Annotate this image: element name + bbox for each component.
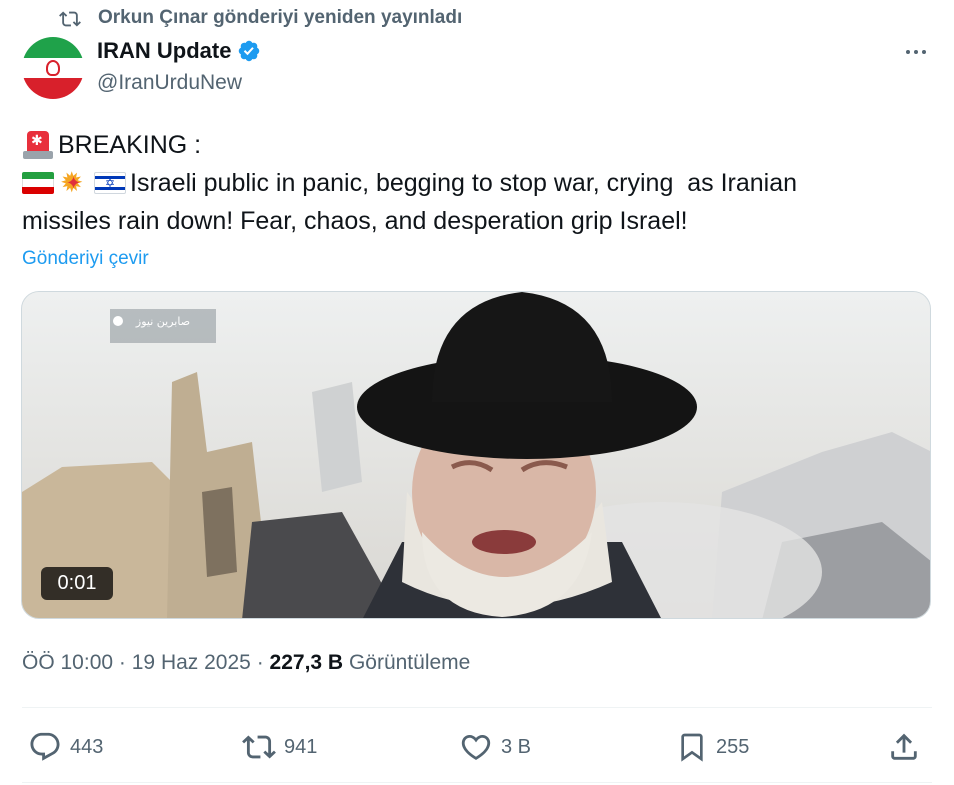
iran-emblem-icon <box>46 60 60 76</box>
dot-icon <box>906 50 910 54</box>
user-handle[interactable]: @IranUrduNew <box>97 71 242 95</box>
post-date[interactable]: 19 Haz 2025 <box>132 651 251 674</box>
video-thumbnail: صابرین نیوز <box>22 292 930 618</box>
display-name[interactable]: IRAN Update <box>97 38 231 64</box>
tweet-line-3: missiles rain down! Fear, chaos, and des… <box>22 207 688 235</box>
view-count: 227,3 B <box>269 651 344 674</box>
heart-icon <box>461 734 491 760</box>
repost-icon <box>242 735 276 759</box>
repost-text: Orkun Çınar gönderiyi yeniden yayınladı <box>98 7 463 28</box>
repost-indicator[interactable]: Orkun Çınar gönderiyi yeniden yayınladı <box>59 6 463 30</box>
repost-count: 941 <box>284 735 318 758</box>
post-time[interactable]: ÖÖ 10:00 <box>22 651 113 674</box>
siren-emoji: ✱ <box>22 130 54 160</box>
repost-icon <box>59 11 81 27</box>
like-button[interactable]: 3 B <box>459 728 531 766</box>
post-meta: ÖÖ 10:00 · 19 Haz 2025 · 227,3 B Görüntü… <box>22 651 471 674</box>
dot-icon <box>914 50 918 54</box>
divider <box>22 782 932 783</box>
like-count: 3 B <box>501 735 532 758</box>
watermark-text: صابرین نیوز <box>135 315 190 328</box>
view-label: Görüntüleme <box>348 651 471 674</box>
tweet-line-2: Israeli public in panic, begging to stop… <box>130 169 798 197</box>
explosion-emoji: ✹ ✦ <box>60 167 84 198</box>
translate-post-link[interactable]: Gönderiyi çevir <box>22 248 149 270</box>
action-bar: 443 941 3 B 255 <box>0 728 954 768</box>
verified-badge-icon <box>239 40 260 62</box>
tweet-text: ✱ BREAKING : ✹ ✦ ✡ Israeli public in pani… <box>22 126 922 240</box>
repost-button[interactable]: 941 <box>242 728 317 766</box>
reply-button[interactable]: 443 <box>28 728 103 766</box>
share-icon <box>891 733 917 760</box>
reply-icon <box>30 732 60 761</box>
bookmark-icon <box>681 733 703 762</box>
bookmark-button[interactable]: 255 <box>676 728 749 766</box>
more-options-button[interactable] <box>900 40 932 64</box>
iran-flag-emoji <box>22 172 54 194</box>
avatar[interactable] <box>22 37 84 99</box>
israel-flag-emoji: ✡ <box>94 172 126 194</box>
divider <box>22 707 932 708</box>
tweet-line-1: BREAKING : <box>58 131 202 159</box>
video-player[interactable]: صابرین نیوز 0:01 <box>21 291 931 619</box>
bookmark-count: 255 <box>716 735 750 758</box>
dot-icon <box>922 50 926 54</box>
share-button[interactable] <box>887 728 921 766</box>
reply-count: 443 <box>70 735 104 758</box>
video-duration: 0:01 <box>41 567 113 600</box>
